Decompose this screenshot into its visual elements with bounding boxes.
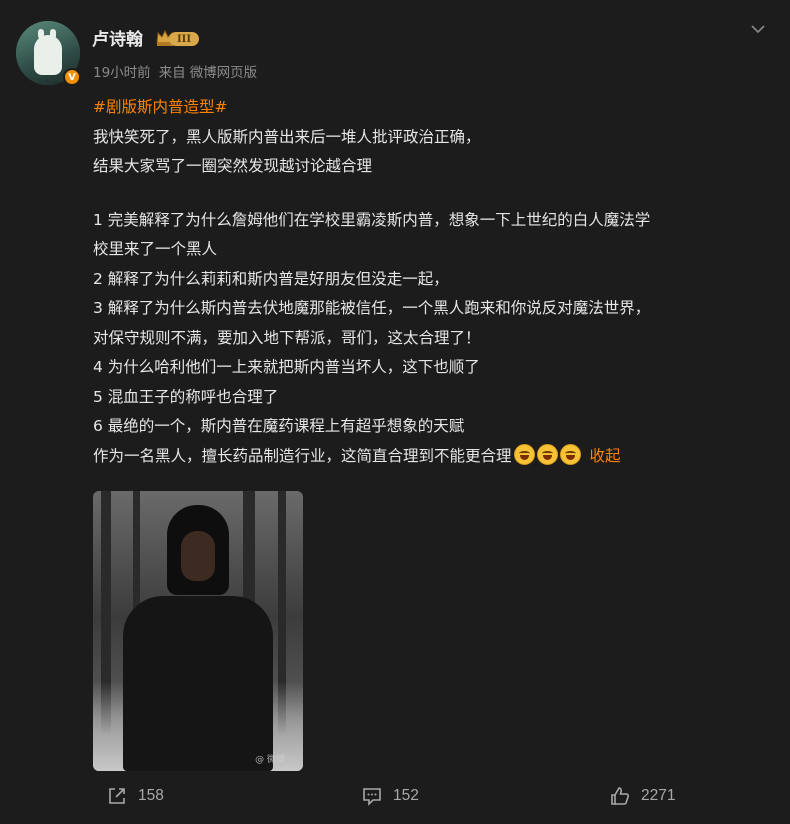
topic-link[interactable]: #剧版斯内普造型# xyxy=(93,98,227,116)
avatar[interactable]: V xyxy=(16,21,81,86)
post-line: 4 为什么哈利他们一上来就把斯内普当坏人，这下也顺了 xyxy=(93,358,480,376)
laugh-cry-emoji-icon xyxy=(536,443,558,465)
post-line: 校里来了一个黑人 xyxy=(93,240,218,258)
post-body: #剧版斯内普造型# 我快笑死了，黑人版斯内普出来后一堆人批评政治正确， 结果大家… xyxy=(93,93,773,471)
thumbs-up-icon xyxy=(611,787,629,805)
author-name[interactable]: 卢诗翰 xyxy=(92,25,143,50)
like-button[interactable]: 2271 xyxy=(609,784,675,808)
source-prefix: 来自 xyxy=(158,65,186,81)
post-image[interactable]: @ 微博 xyxy=(93,491,303,771)
post-line: 结果大家骂了一圈突然发现越讨论越合理 xyxy=(93,157,373,175)
image-watermark: @ 微博 xyxy=(255,755,285,765)
comment-icon xyxy=(363,788,381,806)
vip-badge[interactable]: III xyxy=(155,28,201,48)
share-icon xyxy=(109,788,125,804)
comment-button[interactable]: 152 xyxy=(361,784,419,808)
post-meta: 19小时前 来自 微博网页版 xyxy=(93,61,265,81)
topic-line: #剧版斯内普造型# xyxy=(93,93,773,123)
post-line-text: 作为一名黑人，擅长药品制造行业，这简直合理到不能更合理 xyxy=(93,446,512,465)
post-line: 我快笑死了，黑人版斯内普出来后一堆人批评政治正确， xyxy=(93,127,481,146)
post-line: 3 解释了为什么斯内普去伏地魔那能被信任，一个黑人跑来和你说反对魔法世界， xyxy=(93,299,651,317)
post-time[interactable]: 19小时前 xyxy=(93,65,151,81)
post-source: 微博网页版 xyxy=(189,65,258,81)
share-button[interactable]: 158 xyxy=(106,784,164,808)
weibo-post-card: V 卢诗翰 III 19小时前 来自 微博网页版 #剧版斯内普造型# 我快笑死了，黑… xyxy=(0,0,790,824)
laugh-cry-emoji-icon xyxy=(559,443,581,465)
post-line: 1 完美解释了为什么詹姆他们在学校里霸凌斯内普，想象一下上世纪的白人魔法学 xyxy=(93,210,651,229)
post-line: 2 解释了为什么莉莉和斯内普是好朋友但没走一起， xyxy=(93,269,449,288)
vip-level-label: III xyxy=(169,32,199,46)
share-count: 158 xyxy=(138,787,164,804)
post-last-line: 作为一名黑人，擅长药品制造行业，这简直合理到不能更合理 收起 xyxy=(93,442,773,472)
comment-count: 152 xyxy=(393,787,419,804)
collapse-link[interactable]: 收起 xyxy=(589,447,620,465)
verified-badge-icon: V xyxy=(63,68,81,86)
chevron-down-icon[interactable] xyxy=(749,22,767,36)
post-line-blank xyxy=(93,182,773,206)
post-line: 6 最绝的一个，斯内普在魔药课程上有超乎想象的天赋 xyxy=(93,417,465,435)
post-line: 5 混血王子的称呼也合理了 xyxy=(93,387,279,406)
laugh-cry-emoji-icon xyxy=(513,443,535,465)
like-count: 2271 xyxy=(641,787,676,804)
post-line: 对保守规则不满，要加入地下帮派，哥们，这太合理了！ xyxy=(93,328,481,347)
